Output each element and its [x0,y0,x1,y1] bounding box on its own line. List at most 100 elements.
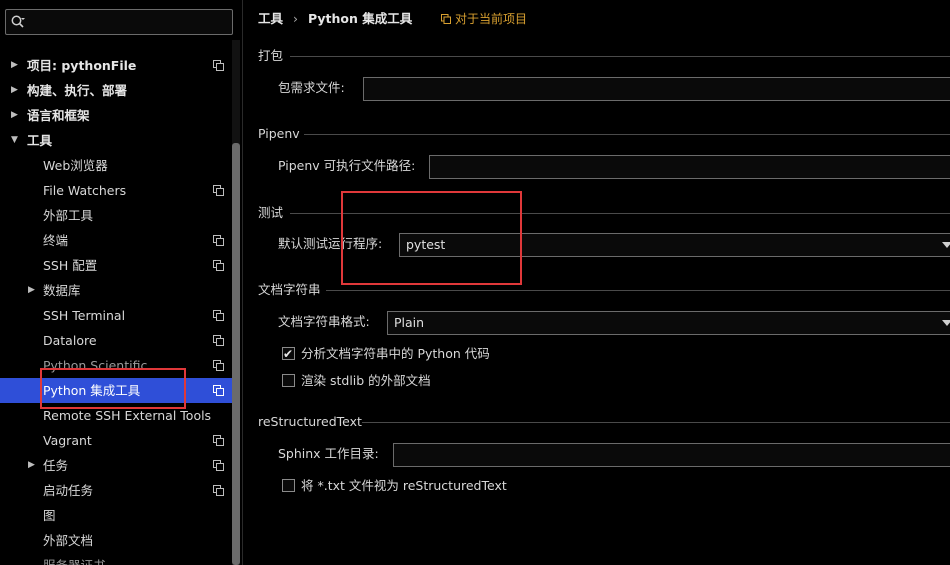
project-scope-icon [441,14,451,24]
breadcrumb-root[interactable]: 工具 [258,11,283,26]
sidebar-item-label: 语言和框架 [27,108,90,123]
sidebar-item-label: SSH Terminal [43,308,126,323]
sidebar-scrollbar-thumb[interactable] [232,143,240,565]
settings-panel: 工具 › Python 集成工具 对于当前项目 打包 包需求文件: Pipenv P… [242,0,950,565]
chevron-right-icon[interactable]: ▶ [28,453,35,478]
sidebar-item-python-scientific[interactable]: Python Scientific [0,353,232,378]
sidebar-item-project[interactable]: ▶ 项目: pythonFile [0,53,232,78]
pipenv-path-input[interactable] [429,155,950,179]
sidebar-item-build-exec-deploy[interactable]: ▶ 构建、执行、部署 [0,78,232,103]
section-testing-title: 测试 [258,205,284,220]
sidebar-item-label: 图 [43,508,56,523]
sidebar-item-diagrams[interactable]: 图 [0,503,232,528]
test-runner-label: 默认测试运行程序: [278,236,383,251]
sidebar-item-label: Vagrant [43,433,92,448]
sidebar-item-label: 任务 [43,458,69,473]
project-scope-icon [213,310,224,321]
treat-txt-label[interactable]: 将 *.txt 文件视为 reStructuredText [301,477,507,495]
sidebar-item-label: Web浏览器 [43,158,108,173]
breadcrumb: 工具 › Python 集成工具 [258,10,412,28]
sidebar-item-label: Python Scientific [43,358,148,373]
project-scope-icon [213,435,224,446]
sidebar-item-database[interactable]: ▶ 数据库 [0,278,232,303]
sidebar-item-external-docs[interactable]: 外部文档 [0,528,232,553]
render-stdlib-label[interactable]: 渲染 stdlib 的外部文档 [301,372,431,390]
sidebar-item-server-certificates[interactable]: 服务器证书 [0,553,232,565]
section-divider [290,56,950,57]
sidebar-item-label: SSH 配置 [43,258,98,273]
chevron-right-icon[interactable]: ▶ [11,53,18,78]
test-runner-value: pytest [406,237,446,252]
section-divider [362,422,950,423]
pipenv-path-label: Pipenv 可执行文件路径: [278,158,416,173]
sidebar-item-label: 项目: pythonFile [27,58,137,73]
sidebar-item-label: Datalore [43,333,97,348]
docstring-format-value: Plain [394,315,425,330]
sidebar-item-label: 启动任务 [43,483,94,498]
chevron-down-icon [942,242,950,248]
sidebar-item-label: File Watchers [43,183,127,198]
sphinx-dir-input[interactable] [393,443,950,467]
sidebar-item-ssh-terminal[interactable]: SSH Terminal [0,303,232,328]
sidebar-item-python-integrated-tools[interactable]: Python 集成工具 [0,378,232,403]
section-divider [290,213,950,214]
treat-txt-checkbox[interactable] [282,479,295,492]
project-scope-label: 对于当前项目 [455,12,528,26]
sidebar-item-terminal[interactable]: 终端 [0,228,232,253]
test-runner-dropdown[interactable]: pytest [399,233,950,257]
docstring-format-dropdown[interactable]: Plain [387,311,950,335]
section-packaging-title: 打包 [258,48,284,63]
project-scope-icon [213,485,224,496]
sidebar-item-vagrant[interactable]: Vagrant [0,428,232,453]
chevron-right-icon[interactable]: ▶ [11,103,18,128]
section-divider [326,290,950,291]
sidebar-item-label: 外部工具 [43,208,94,223]
sidebar-item-label: 工具 [27,133,53,148]
project-scope-icon [213,235,224,246]
render-stdlib-checkbox[interactable] [282,374,295,387]
sidebar-item-tools[interactable]: ▼ 工具 [0,128,232,153]
requirements-file-input[interactable] [363,77,950,101]
chevron-down-icon [942,320,950,326]
settings-search-box[interactable] [5,9,233,35]
breadcrumb-separator: › [293,11,299,26]
search-icon [11,15,25,28]
analyze-docstring-checkbox[interactable]: ✔ [282,347,295,361]
docstring-format-label: 文档字符串格式: [278,314,370,329]
sidebar-item-external-tools[interactable]: 外部工具 [0,203,232,228]
project-scope-icon [213,185,224,196]
checkmark-icon: ✔ [283,347,294,361]
project-scope-icon [213,60,224,71]
project-scope-icon [213,360,224,371]
search-input[interactable] [30,12,230,34]
project-scope-icon [213,335,224,346]
chevron-down-icon[interactable]: ▼ [11,128,18,153]
sidebar-item-remote-ssh-external-tools[interactable]: Remote SSH External Tools [0,403,232,428]
section-divider [304,134,950,135]
sidebar-item-datalore[interactable]: Datalore [0,328,232,353]
analyze-docstring-label[interactable]: 分析文档字符串中的 Python 代码 [301,345,490,363]
project-scope-icon [213,460,224,471]
chevron-right-icon[interactable]: ▶ [11,78,18,103]
section-pipenv-title: Pipenv [258,126,300,141]
sidebar-item-label: 数据库 [43,283,81,298]
sidebar-item-file-watchers[interactable]: File Watchers [0,178,232,203]
sidebar-item-label: Python 集成工具 [43,383,141,398]
sidebar-item-tasks[interactable]: ▶ 任务 [0,453,232,478]
sidebar-item-startup-tasks[interactable]: 启动任务 [0,478,232,503]
sidebar-item-languages-frameworks[interactable]: ▶ 语言和框架 [0,103,232,128]
project-scope-icon [213,260,224,271]
sphinx-dir-label: Sphinx 工作目录: [278,446,379,461]
sidebar-item-label: 构建、执行、部署 [27,83,128,98]
project-scope-link[interactable]: 对于当前项目 [441,10,527,28]
sidebar-item-web-browsers[interactable]: Web浏览器 [0,153,232,178]
sidebar-item-label: 外部文档 [43,533,94,548]
chevron-right-icon[interactable]: ▶ [28,278,35,303]
project-scope-icon [213,385,224,396]
sidebar-item-ssh-config[interactable]: SSH 配置 [0,253,232,278]
sidebar-item-label: 终端 [43,233,69,248]
sidebar-item-label: 服务器证书 [43,553,106,565]
breadcrumb-current: Python 集成工具 [308,11,413,26]
sidebar-item-label: Remote SSH External Tools [43,408,212,423]
section-docstrings-title: 文档字符串 [258,282,321,297]
